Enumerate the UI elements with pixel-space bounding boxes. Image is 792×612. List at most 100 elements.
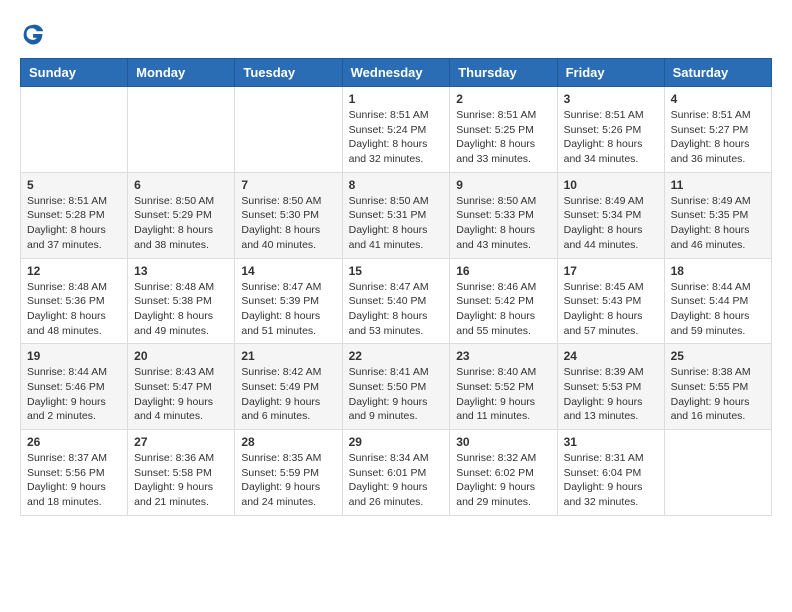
- day-number: 24: [564, 349, 658, 363]
- logo-icon: [20, 20, 48, 48]
- day-number: 20: [134, 349, 228, 363]
- day-info: Sunrise: 8:34 AM Sunset: 6:01 PM Dayligh…: [349, 451, 444, 510]
- day-number: 1: [349, 92, 444, 106]
- calendar-day-cell: 9Sunrise: 8:50 AM Sunset: 5:33 PM Daylig…: [450, 172, 557, 258]
- day-info: Sunrise: 8:50 AM Sunset: 5:31 PM Dayligh…: [349, 194, 444, 253]
- day-number: 12: [27, 264, 121, 278]
- calendar-day-cell: 6Sunrise: 8:50 AM Sunset: 5:29 PM Daylig…: [128, 172, 235, 258]
- day-info: Sunrise: 8:45 AM Sunset: 5:43 PM Dayligh…: [564, 280, 658, 339]
- day-number: 17: [564, 264, 658, 278]
- weekday-header-cell: Thursday: [450, 59, 557, 87]
- calendar-day-cell: 11 Sunrise: 8:49 AM Sunset: 5:35 PM Dayli…: [664, 172, 771, 258]
- day-info: Sunrise: 8:39 AM Sunset: 5:53 PM Dayligh…: [564, 365, 658, 424]
- day-info: Sunrise: 8:51 AM Sunset: 5:25 PM Dayligh…: [456, 108, 550, 167]
- day-number: 18: [671, 264, 765, 278]
- day-info: Sunrise: 8:50 AM Sunset: 5:30 PM Dayligh…: [241, 194, 335, 253]
- calendar-day-cell: [21, 87, 128, 173]
- weekday-header-row: SundayMondayTuesdayWednesdayThursdayFrid…: [21, 59, 772, 87]
- calendar-day-cell: 10 Sunrise: 8:49 AM Sunset: 5:34 PM Dayli…: [557, 172, 664, 258]
- weekday-header-cell: Wednesday: [342, 59, 450, 87]
- day-info: Sunrise: 8:43 AM Sunset: 5:47 PM Dayligh…: [134, 365, 228, 424]
- day-info: Sunrise: 8:48 AM Sunset: 5:36 PM Dayligh…: [27, 280, 121, 339]
- weekday-header-cell: Friday: [557, 59, 664, 87]
- calendar-day-cell: 14 Sunrise: 8:47 AM Sunset: 5:39 PM Dayli…: [235, 258, 342, 344]
- day-number: 25: [671, 349, 765, 363]
- calendar-day-cell: 8Sunrise: 8:50 AM Sunset: 5:31 PM Daylig…: [342, 172, 450, 258]
- day-info: Sunrise: 8:50 AM Sunset: 5:33 PM Dayligh…: [456, 194, 550, 253]
- calendar-week-row: 12 Sunrise: 8:48 AM Sunset: 5:36 PM Dayli…: [21, 258, 772, 344]
- day-info: Sunrise: 8:51 AM Sunset: 5:26 PM Dayligh…: [564, 108, 658, 167]
- day-number: 27: [134, 435, 228, 449]
- calendar-day-cell: 29 Sunrise: 8:34 AM Sunset: 6:01 PM Dayli…: [342, 430, 450, 516]
- calendar-day-cell: 17 Sunrise: 8:45 AM Sunset: 5:43 PM Dayli…: [557, 258, 664, 344]
- day-info: Sunrise: 8:36 AM Sunset: 5:58 PM Dayligh…: [134, 451, 228, 510]
- calendar-day-cell: 7 Sunrise: 8:50 AM Sunset: 5:30 PM Daylig…: [235, 172, 342, 258]
- calendar-day-cell: 23Sunrise: 8:40 AM Sunset: 5:52 PM Dayli…: [450, 344, 557, 430]
- page-header: [20, 20, 772, 48]
- day-number: 23: [456, 349, 550, 363]
- day-number: 28: [241, 435, 335, 449]
- calendar-day-cell: 3 Sunrise: 8:51 AM Sunset: 5:26 PM Daylig…: [557, 87, 664, 173]
- weekday-header-cell: Sunday: [21, 59, 128, 87]
- calendar-week-row: 19 Sunrise: 8:44 AM Sunset: 5:46 PM Dayli…: [21, 344, 772, 430]
- logo: [20, 20, 52, 48]
- calendar-day-cell: 12 Sunrise: 8:48 AM Sunset: 5:36 PM Dayli…: [21, 258, 128, 344]
- calendar-day-cell: 15 Sunrise: 8:47 AM Sunset: 5:40 PM Dayli…: [342, 258, 450, 344]
- day-info: Sunrise: 8:38 AM Sunset: 5:55 PM Dayligh…: [671, 365, 765, 424]
- calendar-day-cell: [235, 87, 342, 173]
- day-number: 11: [671, 178, 765, 192]
- day-info: Sunrise: 8:42 AM Sunset: 5:49 PM Dayligh…: [241, 365, 335, 424]
- day-number: 21: [241, 349, 335, 363]
- day-number: 3: [564, 92, 658, 106]
- day-number: 5: [27, 178, 121, 192]
- calendar-week-row: 26Sunrise: 8:37 AM Sunset: 5:56 PM Dayli…: [21, 430, 772, 516]
- day-number: 15: [349, 264, 444, 278]
- day-number: 14: [241, 264, 335, 278]
- calendar-day-cell: 20 Sunrise: 8:43 AM Sunset: 5:47 PM Dayli…: [128, 344, 235, 430]
- day-info: Sunrise: 8:51 AM Sunset: 5:24 PM Dayligh…: [349, 108, 444, 167]
- calendar-week-row: 5 Sunrise: 8:51 AM Sunset: 5:28 PM Daylig…: [21, 172, 772, 258]
- calendar-day-cell: [664, 430, 771, 516]
- calendar-day-cell: 30 Sunrise: 8:32 AM Sunset: 6:02 PM Dayli…: [450, 430, 557, 516]
- calendar-day-cell: 27 Sunrise: 8:36 AM Sunset: 5:58 PM Dayli…: [128, 430, 235, 516]
- day-info: Sunrise: 8:49 AM Sunset: 5:35 PM Dayligh…: [671, 194, 765, 253]
- calendar-day-cell: [128, 87, 235, 173]
- calendar-day-cell: 25 Sunrise: 8:38 AM Sunset: 5:55 PM Dayli…: [664, 344, 771, 430]
- calendar-day-cell: 21 Sunrise: 8:42 AM Sunset: 5:49 PM Dayli…: [235, 344, 342, 430]
- day-number: 19: [27, 349, 121, 363]
- day-number: 30: [456, 435, 550, 449]
- day-info: Sunrise: 8:47 AM Sunset: 5:40 PM Dayligh…: [349, 280, 444, 339]
- day-info: Sunrise: 8:32 AM Sunset: 6:02 PM Dayligh…: [456, 451, 550, 510]
- day-number: 29: [349, 435, 444, 449]
- day-number: 10: [564, 178, 658, 192]
- weekday-header-cell: Saturday: [664, 59, 771, 87]
- calendar-day-cell: 31 Sunrise: 8:31 AM Sunset: 6:04 PM Dayli…: [557, 430, 664, 516]
- weekday-header-cell: Monday: [128, 59, 235, 87]
- day-info: Sunrise: 8:51 AM Sunset: 5:28 PM Dayligh…: [27, 194, 121, 253]
- day-info: Sunrise: 8:48 AM Sunset: 5:38 PM Dayligh…: [134, 280, 228, 339]
- day-info: Sunrise: 8:31 AM Sunset: 6:04 PM Dayligh…: [564, 451, 658, 510]
- day-info: Sunrise: 8:44 AM Sunset: 5:44 PM Dayligh…: [671, 280, 765, 339]
- calendar-day-cell: 24 Sunrise: 8:39 AM Sunset: 5:53 PM Dayli…: [557, 344, 664, 430]
- calendar-day-cell: 22Sunrise: 8:41 AM Sunset: 5:50 PM Dayli…: [342, 344, 450, 430]
- day-number: 31: [564, 435, 658, 449]
- day-number: 2: [456, 92, 550, 106]
- calendar-day-cell: 19 Sunrise: 8:44 AM Sunset: 5:46 PM Dayli…: [21, 344, 128, 430]
- day-info: Sunrise: 8:41 AM Sunset: 5:50 PM Dayligh…: [349, 365, 444, 424]
- calendar-table: SundayMondayTuesdayWednesdayThursdayFrid…: [20, 58, 772, 516]
- calendar-day-cell: 4Sunrise: 8:51 AM Sunset: 5:27 PM Daylig…: [664, 87, 771, 173]
- calendar-day-cell: 26Sunrise: 8:37 AM Sunset: 5:56 PM Dayli…: [21, 430, 128, 516]
- weekday-header-cell: Tuesday: [235, 59, 342, 87]
- calendar-body: 1 Sunrise: 8:51 AM Sunset: 5:24 PM Daylig…: [21, 87, 772, 516]
- day-number: 16: [456, 264, 550, 278]
- day-number: 7: [241, 178, 335, 192]
- day-info: Sunrise: 8:51 AM Sunset: 5:27 PM Dayligh…: [671, 108, 765, 167]
- calendar-day-cell: 28Sunrise: 8:35 AM Sunset: 5:59 PM Dayli…: [235, 430, 342, 516]
- day-info: Sunrise: 8:47 AM Sunset: 5:39 PM Dayligh…: [241, 280, 335, 339]
- calendar-day-cell: 2 Sunrise: 8:51 AM Sunset: 5:25 PM Daylig…: [450, 87, 557, 173]
- calendar-day-cell: 18 Sunrise: 8:44 AM Sunset: 5:44 PM Dayli…: [664, 258, 771, 344]
- day-info: Sunrise: 8:49 AM Sunset: 5:34 PM Dayligh…: [564, 194, 658, 253]
- calendar-week-row: 1 Sunrise: 8:51 AM Sunset: 5:24 PM Daylig…: [21, 87, 772, 173]
- day-number: 26: [27, 435, 121, 449]
- day-info: Sunrise: 8:44 AM Sunset: 5:46 PM Dayligh…: [27, 365, 121, 424]
